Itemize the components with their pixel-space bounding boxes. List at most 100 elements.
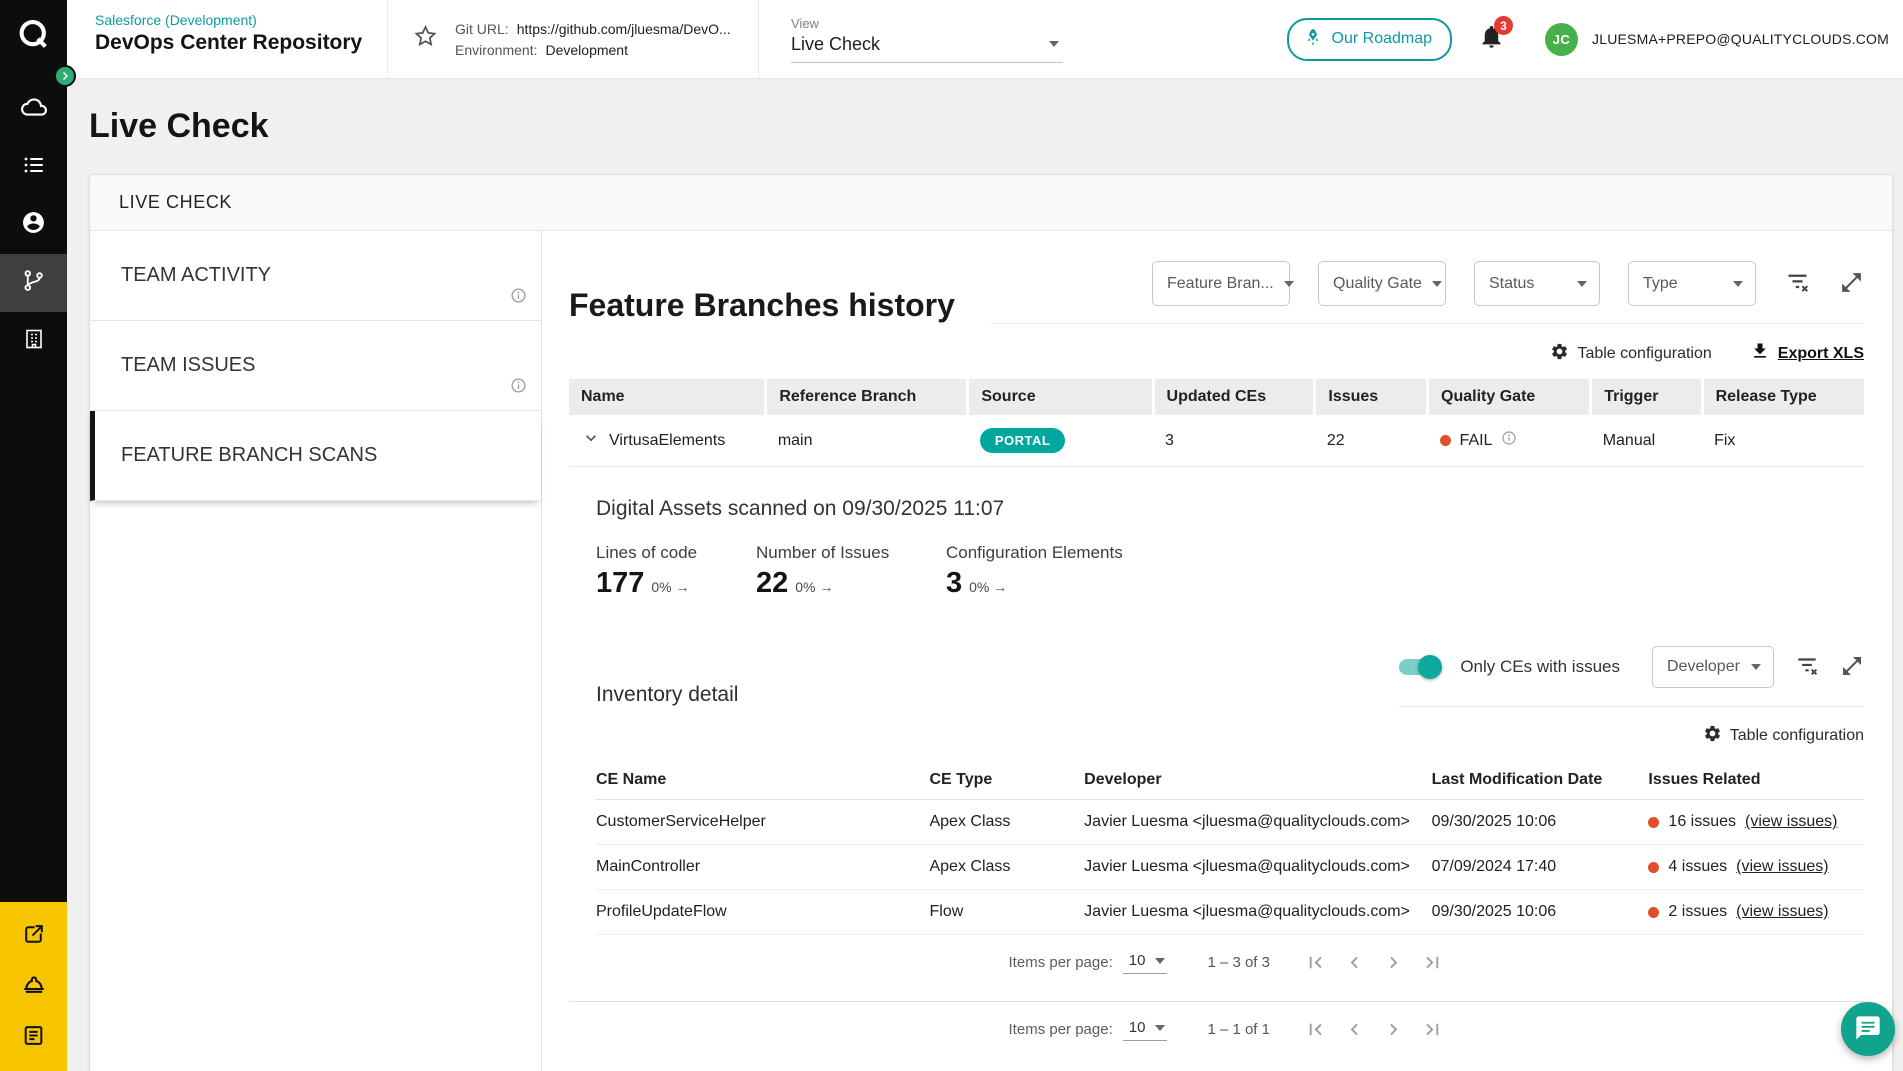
column-header-issues[interactable]: Issues: [1314, 379, 1430, 415]
info-icon[interactable]: [510, 287, 527, 310]
inventory-table-configuration-button[interactable]: Table configuration: [1703, 724, 1864, 748]
download-icon: [1750, 341, 1770, 366]
next-page-button[interactable]: [1382, 951, 1405, 974]
filter-feature-branch[interactable]: Feature Bran...: [1152, 261, 1294, 306]
filter-type[interactable]: Type: [1628, 261, 1756, 306]
dropdown-caret-icon: [1049, 41, 1059, 47]
chat-widget-button[interactable]: [1841, 1002, 1895, 1056]
inventory-clear-filters-button[interactable]: [1794, 653, 1820, 682]
sidebar: [0, 0, 76, 1071]
stat-lines-of-code: Lines of code 177 0% →: [596, 543, 756, 600]
view-label: View: [791, 15, 819, 31]
items-per-page-select[interactable]: 10: [1122, 950, 1168, 974]
panel-head: Feature Branches history Feature Bran...…: [569, 231, 1864, 324]
filter-label: Feature Bran...: [1167, 274, 1274, 292]
git-info: Git URL: https://github.com/jluesma/DevO…: [388, 0, 759, 78]
stat-value: 177: [596, 567, 645, 599]
repo-title: DevOps Center Repository: [95, 31, 363, 54]
previous-page-button[interactable]: [1343, 951, 1366, 974]
sidebar-item-support[interactable]: [0, 972, 67, 1003]
person-circle-icon: [21, 210, 46, 240]
developer-filter[interactable]: Developer: [1652, 646, 1774, 688]
next-page-button[interactable]: [1382, 1018, 1405, 1041]
branch-name: VirtusaElements: [609, 431, 726, 449]
last-page-button[interactable]: [1421, 1018, 1444, 1041]
subnav-item-team-activity[interactable]: TEAM ACTIVITY: [90, 231, 541, 321]
sidebar-item-external-link[interactable]: [0, 922, 67, 952]
sidebar-item-clouds[interactable]: [0, 80, 67, 138]
column-header-trigger[interactable]: Trigger: [1590, 379, 1704, 415]
table-configuration-button[interactable]: Table configuration: [1550, 342, 1712, 366]
inventory-pagination: Items per page: 10 1 – 3 of 3: [596, 935, 1864, 989]
column-header-developer[interactable]: Developer: [1084, 761, 1432, 800]
filter-status[interactable]: Status: [1474, 261, 1600, 306]
column-header-quality-gate[interactable]: Quality Gate: [1427, 379, 1593, 415]
column-header-release-type[interactable]: Release Type: [1702, 379, 1864, 415]
view-issues-link[interactable]: (view issues): [1736, 858, 1828, 876]
only-ces-with-issues-toggle[interactable]: [1399, 655, 1443, 679]
ce-last-modification: 09/30/2025 10:06: [1431, 799, 1649, 845]
expand-table-button[interactable]: [1839, 270, 1864, 298]
column-header-reference-branch[interactable]: Reference Branch: [765, 379, 970, 415]
items-per-page-value: 10: [1128, 1019, 1146, 1036]
inventory-row: ProfileUpdateFlow Flow Javier Luesma <jl…: [596, 889, 1864, 935]
sidebar-item-list[interactable]: [0, 138, 67, 196]
sidebar-item-profile[interactable]: [0, 196, 67, 254]
reference-branch: main: [765, 415, 968, 467]
column-header-ce-type[interactable]: CE Type: [929, 761, 1085, 800]
environment-label: Environment:: [455, 41, 538, 58]
sidebar-item-devops[interactable]: [0, 254, 67, 312]
filter-label: Status: [1489, 274, 1535, 292]
view-issues-link[interactable]: (view issues): [1745, 813, 1837, 831]
column-header-ce-name[interactable]: CE Name: [596, 761, 930, 800]
column-header-last-modification-date[interactable]: Last Modification Date: [1431, 761, 1649, 800]
view-select[interactable]: Live Check: [791, 31, 1063, 63]
sidebar-item-docs[interactable]: [0, 1023, 67, 1053]
view-select-value: Live Check: [791, 33, 881, 54]
favorite-star-icon[interactable]: [412, 23, 439, 55]
sidebar-item-organization[interactable]: [0, 312, 67, 370]
info-icon[interactable]: [510, 377, 527, 400]
previous-page-button[interactable]: [1343, 1018, 1366, 1041]
issues-count-text: 4 issues: [1668, 858, 1728, 875]
filter-quality-gate[interactable]: Quality Gate: [1318, 261, 1446, 306]
clear-filters-button[interactable]: [1784, 269, 1811, 299]
org-link[interactable]: Salesforce (Development): [95, 12, 377, 28]
first-page-button[interactable]: [1304, 1018, 1327, 1041]
first-page-button[interactable]: [1304, 951, 1327, 974]
ce-type: Apex Class: [929, 799, 1085, 845]
git-rows: Git URL: https://github.com/jluesma/DevO…: [455, 21, 731, 58]
external-link-icon: [21, 922, 46, 952]
last-page-button[interactable]: [1421, 951, 1444, 974]
feature-branches-table: Name Reference Branch Source Updated CEs…: [569, 379, 1864, 467]
column-header-issues-related[interactable]: Issues Related: [1648, 761, 1864, 800]
card-header: LIVE CHECK: [90, 175, 1892, 231]
subnav-item-label: TEAM ISSUES: [121, 354, 256, 376]
column-header-source[interactable]: Source: [967, 379, 1155, 415]
roadmap-button[interactable]: Our Roadmap: [1286, 17, 1453, 61]
bell-icon: [1478, 25, 1505, 54]
items-per-page-select[interactable]: 10: [1122, 1017, 1168, 1041]
inventory-expand-button[interactable]: [1840, 654, 1864, 681]
feature-table-pagination: Items per page: 10 1 – 1 of 1: [569, 1001, 1864, 1056]
stat-value: 3: [946, 567, 963, 599]
user-avatar[interactable]: JC: [1545, 22, 1579, 56]
view-issues-link[interactable]: (view issues): [1736, 903, 1828, 921]
subnav-item-feature-branch-scans[interactable]: FEATURE BRANCH SCANS: [90, 411, 541, 501]
notifications-button[interactable]: 3: [1478, 16, 1514, 55]
sidebar-expand-button[interactable]: [54, 65, 76, 87]
list-icon: [22, 153, 46, 182]
subnav-item-team-issues[interactable]: TEAM ISSUES: [90, 321, 541, 411]
items-per-page-label: Items per page:: [1008, 953, 1113, 971]
export-xls-button[interactable]: Export XLS: [1750, 341, 1864, 366]
inventory-header: Inventory detail Only CEs with issues De…: [596, 646, 1864, 707]
filter-clear-icon: [1794, 653, 1820, 682]
filter-clear-icon: [1784, 269, 1811, 299]
feature-table-header-row: Name Reference Branch Source Updated CEs…: [569, 379, 1864, 415]
info-icon[interactable]: [1501, 430, 1517, 451]
stat-number-of-issues: Number of Issues 22 0% →: [756, 543, 946, 600]
column-header-updated-ces[interactable]: Updated CEs: [1153, 379, 1317, 415]
column-header-name[interactable]: Name: [569, 379, 768, 415]
collapse-row-chevron[interactable]: [581, 428, 601, 453]
qualityclouds-logo[interactable]: [12, 12, 56, 58]
